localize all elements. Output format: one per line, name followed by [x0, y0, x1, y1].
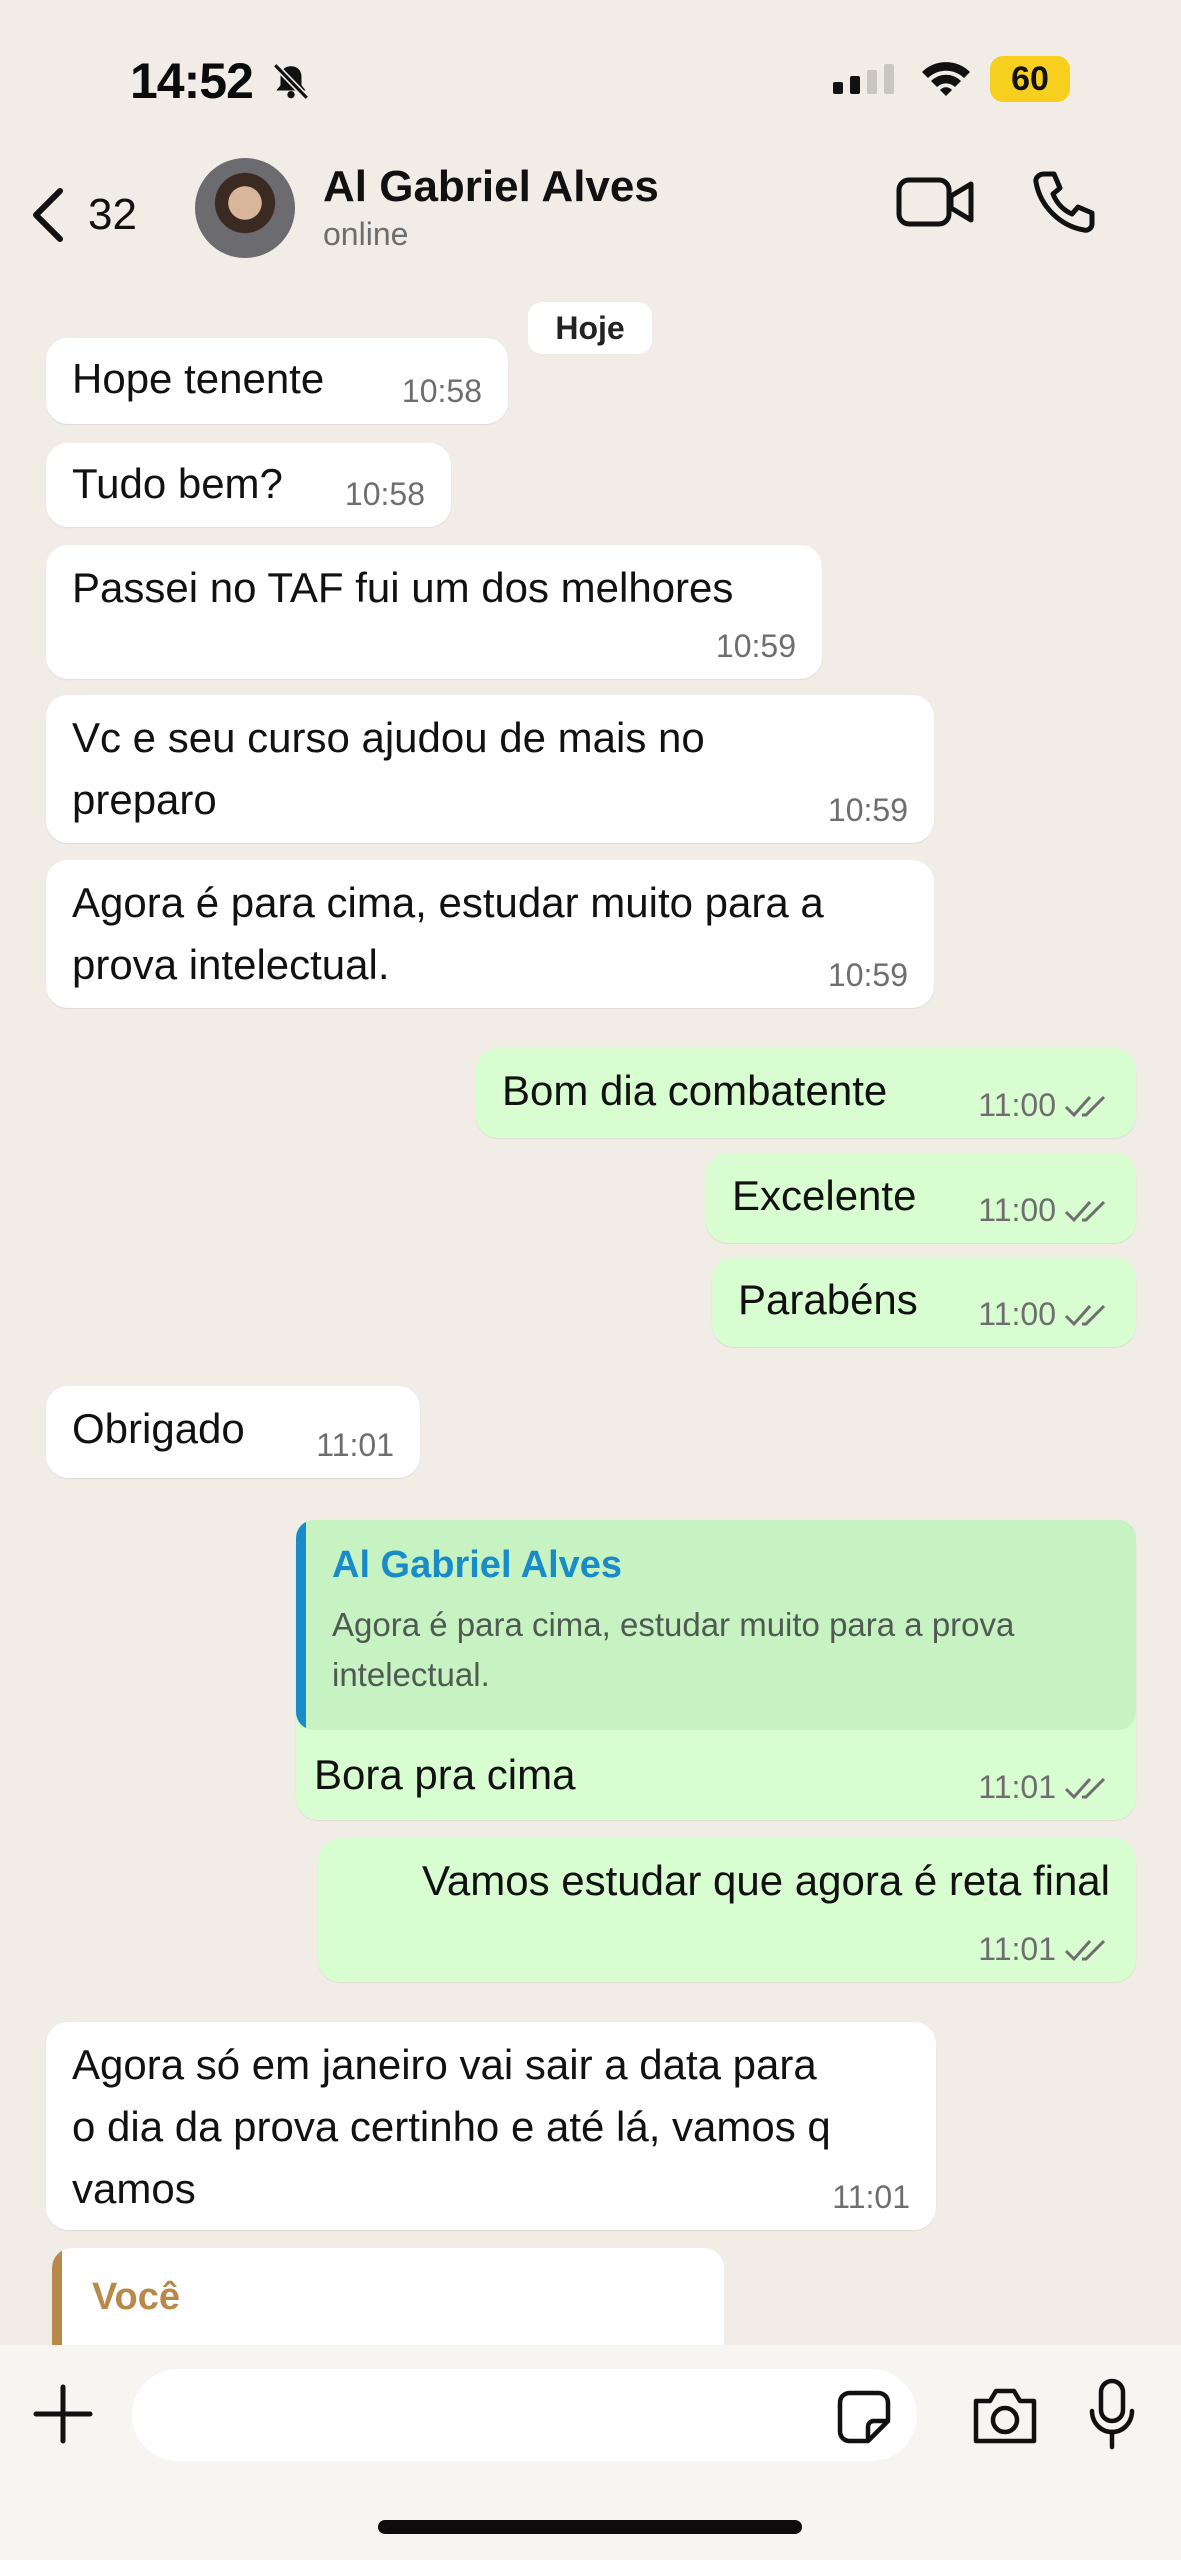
message-bubble-incoming[interactable]: Agora é para cima, estudar muito para a … — [46, 860, 934, 1008]
message-text: Bora pra cima — [314, 1751, 576, 1798]
message-text-line: Agora só em janeiro vai sair a data para — [72, 2041, 817, 2088]
message-time: 10:59 — [827, 792, 908, 828]
message-bubble-incoming[interactable]: Hope tenente 10:58 — [46, 338, 508, 424]
video-icon[interactable] — [895, 172, 975, 232]
message-text: Agora é para cima, estudar muito para a … — [72, 860, 908, 996]
message-time: 11:00 — [978, 1296, 1110, 1333]
quote-text-line: intelectual. — [332, 1656, 490, 1693]
message-text: Passei no TAF fui um dos melhores — [72, 564, 734, 611]
plus-icon[interactable] — [30, 2381, 96, 2447]
message-bubble-incoming[interactable]: Agora só em janeiro vai sair a data para… — [46, 2022, 936, 2230]
message-text-line: prova intelectual. — [72, 941, 390, 988]
message-bubble-incoming[interactable]: Passei no TAF fui um dos melhores 10:59 — [46, 545, 822, 679]
unread-count: 32 — [88, 190, 137, 239]
quoted-message-partial[interactable]: Você — [52, 2248, 724, 2348]
message-text-line: Vc e seu curso ajudou de mais no — [72, 714, 705, 761]
contact-avatar[interactable] — [195, 158, 295, 258]
message-time: 11:01 — [832, 2179, 910, 2215]
message-time: 11:01 — [978, 1769, 1110, 1806]
message-time: 10:58 — [401, 373, 482, 409]
message-time: 10:59 — [827, 957, 908, 993]
message-bubble-outgoing[interactable]: Excelente 11:00 — [706, 1153, 1136, 1243]
message-bubble-outgoing[interactable]: Vamos estudar que agora é reta final 11:… — [318, 1838, 1136, 1982]
quote-author: Você — [92, 2276, 181, 2318]
message-text-line: Agora é para cima, estudar muito para a — [72, 879, 824, 926]
quote-accent-bar — [296, 1520, 306, 1730]
message-time: 10:59 — [715, 628, 796, 664]
message-input[interactable] — [132, 2369, 917, 2461]
double-check-icon — [1064, 1939, 1106, 1961]
signal-icon — [833, 64, 894, 94]
double-check-icon — [1064, 1304, 1106, 1326]
message-time: 11:00 — [978, 1192, 1110, 1229]
message-bubble-outgoing-reply[interactable]: Al Gabriel Alves Agora é para cima, estu… — [296, 1520, 1136, 1820]
message-bubble-outgoing[interactable]: Parabéns 11:00 — [712, 1257, 1136, 1347]
chat-header: 32 Al Gabriel Alves online — [0, 150, 1181, 290]
contact-name[interactable]: Al Gabriel Alves — [323, 162, 659, 212]
status-time: 14:52 — [130, 53, 254, 109]
day-separator: Hoje — [528, 302, 652, 354]
double-check-icon — [1064, 1777, 1106, 1799]
message-time: 11:01 — [316, 1427, 394, 1463]
battery-indicator: 60 — [990, 56, 1070, 102]
message-text-line: vamos — [72, 2165, 196, 2212]
double-check-icon — [1064, 1200, 1106, 1222]
wifi-icon — [922, 62, 970, 96]
bell-slash-icon — [272, 63, 310, 100]
quote-author: Al Gabriel Alves — [332, 1544, 623, 1586]
message-bubble-incoming[interactable]: Vc e seu curso ajudou de mais no preparo… — [46, 695, 934, 843]
double-check-icon — [1064, 1095, 1106, 1117]
contact-status: online — [323, 216, 409, 252]
quote-accent-bar — [52, 2248, 62, 2348]
back-button[interactable]: 32 — [30, 180, 137, 250]
message-text-line: preparo — [72, 776, 217, 823]
message-text: Vamos estudar que agora é reta final — [422, 1857, 1110, 1904]
message-text: Agora só em janeiro vai sair a data para… — [72, 2022, 910, 2220]
message-time: 11:01 — [978, 1931, 1110, 1968]
quote-text-line: Agora é para cima, estudar muito para a … — [332, 1606, 1015, 1643]
message-time: 11:00 — [978, 1087, 1110, 1124]
quote-text: Agora é para cima, estudar muito para a … — [332, 1600, 1112, 1700]
message-bubble-incoming[interactable]: Tudo bem? 10:58 — [46, 443, 451, 527]
quoted-message[interactable]: Al Gabriel Alves Agora é para cima, estu… — [296, 1520, 1136, 1730]
camera-icon[interactable] — [970, 2385, 1040, 2447]
message-bubble-incoming[interactable]: Obrigado 11:01 — [46, 1386, 420, 1478]
status-bar: 14:52 60 — [0, 0, 1181, 150]
message-bubble-outgoing[interactable]: Bom dia combatente 11:00 — [476, 1048, 1136, 1138]
sticker-icon[interactable] — [836, 2389, 892, 2445]
microphone-icon[interactable] — [1088, 2377, 1136, 2453]
phone-icon[interactable] — [1030, 168, 1098, 236]
message-text: Vc e seu curso ajudou de mais no preparo — [72, 695, 908, 831]
message-time: 10:58 — [344, 476, 425, 512]
home-indicator — [378, 2520, 802, 2534]
message-text-line: o dia da prova certinho e até lá, vamos … — [72, 2103, 831, 2150]
chevron-left-icon — [33, 188, 63, 242]
